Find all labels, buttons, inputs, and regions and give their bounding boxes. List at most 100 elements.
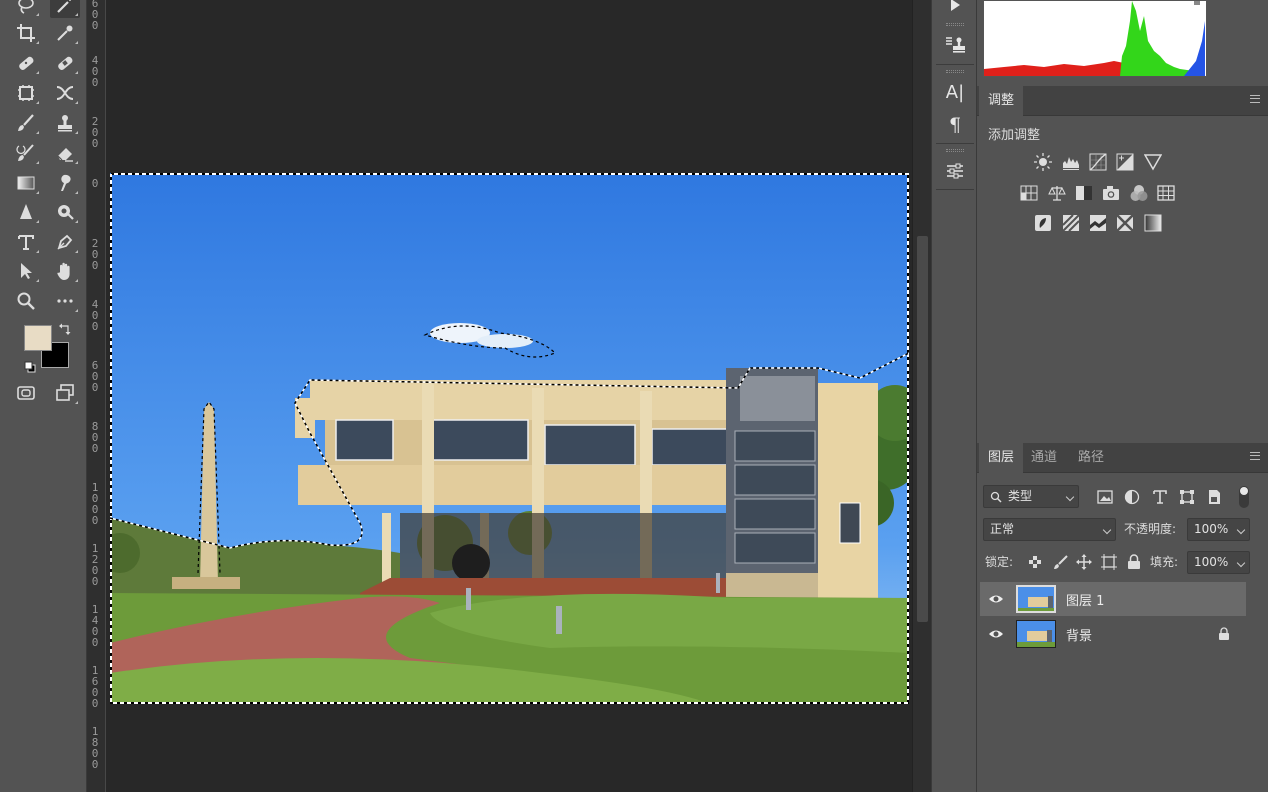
lock-image-pixels-icon[interactable] xyxy=(1053,554,1069,570)
lock-artboard-icon[interactable] xyxy=(1101,554,1117,570)
path-selection-tool[interactable] xyxy=(11,258,41,284)
panel-menu-icon[interactable] xyxy=(1250,452,1260,460)
color-balance-button[interactable] xyxy=(1047,183,1067,203)
lock-label: 锁定: xyxy=(985,555,1014,569)
magic-wand-icon xyxy=(57,0,71,13)
screen-mode-icon xyxy=(56,384,74,401)
histogram-panel xyxy=(983,0,1207,77)
healing-brush-tool[interactable] xyxy=(50,50,80,76)
brightness-contrast-button[interactable] xyxy=(1033,152,1053,172)
lock-transparent-pixels-icon[interactable] xyxy=(1028,555,1042,569)
lock-all-icon[interactable] xyxy=(1127,554,1141,570)
selective-color-button[interactable] xyxy=(1115,213,1135,233)
grid-table-icon xyxy=(1157,185,1175,201)
tab-layers[interactable]: 图层 xyxy=(979,443,1024,473)
scrollbar-thumb[interactable] xyxy=(917,236,928,622)
filter-toggle[interactable] xyxy=(1239,486,1249,508)
magic-wand-tool[interactable] xyxy=(50,0,80,18)
layer-filter-select[interactable]: 类型 xyxy=(983,485,1079,508)
vertical-scrollbar[interactable] xyxy=(912,0,931,792)
fill-value: 100% xyxy=(1194,555,1229,569)
history-brush-tool[interactable] xyxy=(11,140,41,166)
invert-button[interactable] xyxy=(1033,213,1053,233)
black-white-button[interactable] xyxy=(1074,183,1094,203)
brush-tool[interactable] xyxy=(11,110,41,136)
ruler-label: 0 xyxy=(91,177,99,190)
lasso-icon xyxy=(18,0,34,14)
visibility-eye-icon[interactable] xyxy=(988,627,1004,641)
fill-input[interactable]: 100% xyxy=(1187,551,1250,574)
levels-button[interactable] xyxy=(1061,152,1081,172)
sharpen-tool[interactable] xyxy=(11,199,41,225)
crop-tool[interactable] xyxy=(11,20,41,46)
layer-row[interactable]: 图层 1 xyxy=(980,582,1246,616)
stamp-icon xyxy=(58,115,72,132)
hue-saturation-button[interactable] xyxy=(1019,183,1039,203)
opacity-label: 不透明度: xyxy=(1124,522,1177,536)
properties-panel-button[interactable] xyxy=(942,158,968,184)
vertical-ruler: 600 400 200 0 200 400 600 800 1000 1200 … xyxy=(87,0,106,792)
filter-shape-icon[interactable] xyxy=(1179,489,1195,505)
default-colors-icon[interactable] xyxy=(24,361,36,373)
eraser-tool[interactable] xyxy=(50,140,80,166)
color-lookup-button[interactable] xyxy=(1156,183,1176,203)
photo-filter-button[interactable] xyxy=(1101,183,1121,203)
spot-healing-tool[interactable] xyxy=(11,50,41,76)
tab-channels[interactable]: 通道 xyxy=(1022,443,1066,473)
dock-grip[interactable] xyxy=(946,23,964,26)
character-panel-button[interactable]: A| xyxy=(942,79,968,105)
tab-paths[interactable]: 路径 xyxy=(1069,443,1113,473)
histogram-graph xyxy=(984,1,1205,76)
pen-tool[interactable] xyxy=(50,229,80,255)
smudge-tool[interactable] xyxy=(50,170,80,196)
visibility-eye-icon[interactable] xyxy=(988,592,1004,606)
foreground-color-swatch[interactable] xyxy=(24,325,52,351)
adjustments-panel-tabs: 调整 xyxy=(977,86,1268,116)
lasso-tool[interactable] xyxy=(11,0,41,18)
levels-icon xyxy=(1063,157,1079,170)
posterize-button[interactable] xyxy=(1061,213,1081,233)
vibrance-button[interactable] xyxy=(1143,152,1163,172)
quick-mask-button[interactable] xyxy=(11,380,41,406)
zoom-tool[interactable] xyxy=(11,288,41,314)
layer-row[interactable]: 背景 xyxy=(980,617,1246,651)
tab-adjustments[interactable]: 调整 xyxy=(979,86,1024,116)
dock-grip[interactable] xyxy=(946,149,964,152)
tools-panel xyxy=(0,0,87,792)
exposure-button[interactable] xyxy=(1115,152,1135,172)
filter-pixel-icon[interactable] xyxy=(1097,489,1113,505)
actions-panel-button[interactable] xyxy=(942,0,968,18)
move-warp-tool[interactable] xyxy=(50,80,80,106)
hand-tool[interactable] xyxy=(50,258,80,284)
swap-colors-icon[interactable] xyxy=(58,322,72,336)
clone-stamp-tool[interactable] xyxy=(50,110,80,136)
paragraph-panel-button[interactable]: ¶ xyxy=(942,112,968,138)
content-aware-tool[interactable] xyxy=(11,80,41,106)
eyedropper-tool[interactable] xyxy=(50,20,80,46)
blend-mode-select[interactable]: 正常 xyxy=(983,518,1116,541)
filter-smart-object-icon[interactable] xyxy=(1206,489,1222,505)
document-image[interactable] xyxy=(110,173,909,704)
more-tools[interactable] xyxy=(50,288,80,314)
dodge-tool[interactable] xyxy=(50,199,80,225)
panel-menu-icon[interactable] xyxy=(1250,95,1260,103)
type-tool[interactable] xyxy=(11,229,41,255)
gradient-map-button[interactable] xyxy=(1143,213,1163,233)
opacity-input[interactable]: 100% xyxy=(1187,518,1250,541)
lock-position-icon[interactable] xyxy=(1076,554,1092,570)
screen-mode-button[interactable] xyxy=(50,380,80,406)
balance-scale-icon xyxy=(1048,186,1066,201)
invert-icon xyxy=(1035,215,1051,231)
filter-type-icon[interactable] xyxy=(1152,489,1168,505)
ruler-label: 600 xyxy=(91,359,99,394)
clone-source-panel-button[interactable] xyxy=(942,32,968,58)
dock-grip[interactable] xyxy=(946,70,964,73)
gradient-tool[interactable] xyxy=(11,170,41,196)
layer-name[interactable]: 背景 xyxy=(1066,625,1092,644)
layer-name[interactable]: 图层 1 xyxy=(1066,590,1104,609)
threshold-button[interactable] xyxy=(1088,213,1108,233)
document-canvas-area[interactable] xyxy=(107,0,912,792)
filter-adjustment-icon[interactable] xyxy=(1124,489,1140,505)
curves-button[interactable] xyxy=(1088,152,1108,172)
channel-mixer-button[interactable] xyxy=(1129,183,1149,203)
